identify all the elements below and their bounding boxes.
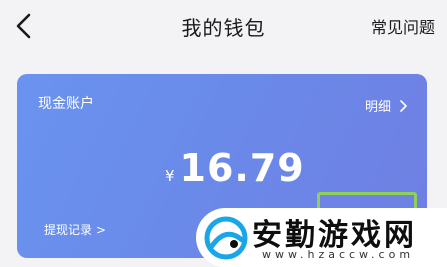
withdraw-record-link[interactable]: 提现记录 > [44, 221, 106, 238]
top-bar: 我的钱包 常见问题 [0, 0, 447, 54]
chevron-right-icon [400, 99, 407, 112]
faq-link[interactable]: 常见问题 [371, 14, 435, 38]
balance-value: 16.79 [179, 146, 305, 190]
account-label: 现金账户 [38, 96, 94, 112]
withdraw-record-label: 提现记录 > [44, 223, 106, 237]
watermark: 安勤游戏网 www.hzaccw.com [196, 208, 447, 267]
watermark-url: www.hzaccw.com [262, 248, 415, 261]
wallet-page: 我的钱包 常见问题 现金账户 明细 ¥ 16.79 提现记录 > 安勤游戏网 w… [0, 0, 447, 267]
balance-amount: ¥ 16.79 [165, 146, 305, 190]
detail-link[interactable]: 明细 [365, 96, 409, 115]
watermark-logo-icon [204, 216, 248, 260]
detail-label: 明细 [364, 100, 391, 115]
currency-symbol: ¥ [165, 167, 175, 185]
